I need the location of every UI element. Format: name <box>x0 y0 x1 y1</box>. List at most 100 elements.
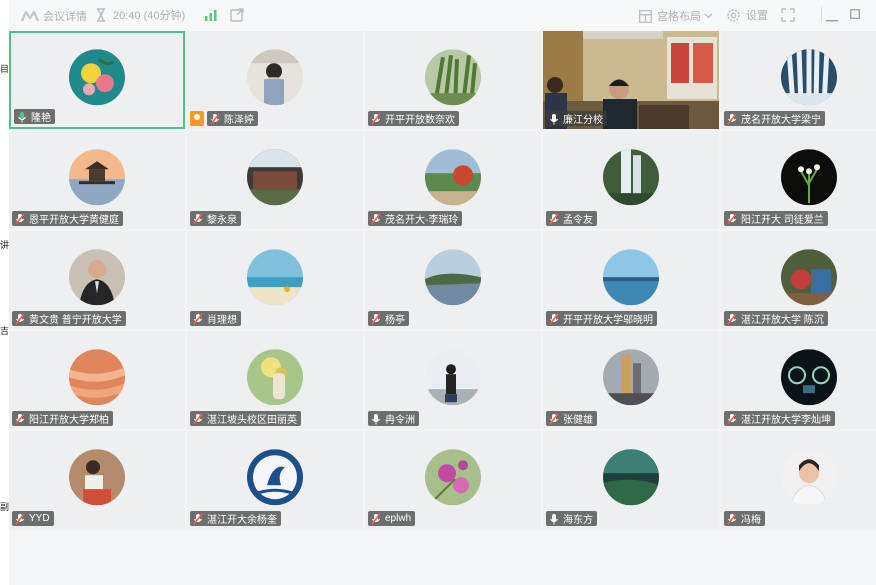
participant-tile[interactable]: 张健雄 <box>543 331 719 429</box>
participant-tile[interactable]: 廉江分校 <box>543 31 719 129</box>
participant-tile[interactable]: 陈泽婷 <box>187 31 363 129</box>
participant-tile[interactable]: YYD <box>9 431 185 529</box>
share-link-icon[interactable] <box>230 8 244 25</box>
participant-name-label: 陈泽婷 <box>207 111 258 126</box>
grid-layout-button[interactable]: 宫格布局 <box>639 8 713 24</box>
participant-grid: 隆艳 陈泽婷 开平开放数奈欢 廉江分校 茂名开放大学梁宁恩平开放大学黄健庭 黎永泉 茂名开大… <box>9 31 876 531</box>
participant-name: 湛江坡头校区田丽英 <box>207 415 297 426</box>
participant-tile[interactable]: 黄文贵 普宁开放大学 <box>9 231 185 329</box>
avatar <box>781 49 837 106</box>
participant-name-label: 湛江坡头校区田丽英 <box>190 411 301 426</box>
participant-name-label: 湛江开放大学 陈沉 <box>724 311 828 326</box>
participant-tile[interactable]: 海东方 <box>543 431 719 529</box>
participant-name: 海东方 <box>563 515 593 526</box>
mic-muted-icon <box>549 213 559 224</box>
participant-name: 茂名开放大学梁宁 <box>741 115 821 126</box>
participant-name: 湛江开放大学 陈沉 <box>741 315 824 326</box>
participant-tile[interactable]: 肖理想 <box>187 231 363 329</box>
participant-tile[interactable]: 开平开放大学邬晓明 <box>543 231 719 329</box>
gear-icon <box>727 8 740 22</box>
participant-name-label: 廉江分校 <box>546 111 607 126</box>
mic-muted-icon <box>15 513 25 524</box>
maximize-icon[interactable] <box>850 9 860 22</box>
meeting-info-label: 会议详情 <box>43 11 87 23</box>
avatar <box>603 249 659 306</box>
empty-bottom-area <box>9 531 876 585</box>
participant-name-label: 杨亭 <box>368 311 409 326</box>
participant-tile[interactable]: eplwh <box>365 431 541 529</box>
participant-name: 黎永泉 <box>207 215 237 226</box>
participant-name: 开平开放大学邬晓明 <box>563 315 653 326</box>
mic-muted-icon <box>15 213 25 224</box>
settings-button[interactable]: 设置 <box>726 7 768 23</box>
mic-muted-icon <box>193 213 203 224</box>
participant-tile[interactable]: 恩平开放大学黄健庭 <box>9 131 185 229</box>
participant-name-label: 孟令友 <box>546 211 597 226</box>
settings-label: 设置 <box>746 10 768 22</box>
participant-name: 陈泽婷 <box>224 115 254 126</box>
mic-muted-icon <box>371 113 381 124</box>
participant-name-label: 湛江开大余杨奎 <box>190 511 281 526</box>
participant-name: 肖理想 <box>207 315 237 326</box>
participant-name-label: YYD <box>12 511 54 526</box>
edge-text: 目 <box>0 64 10 74</box>
participant-name: 张健雄 <box>563 415 593 426</box>
fullscreen-icon[interactable] <box>781 8 795 25</box>
participant-name-label: 开平开放大学邬晓明 <box>546 311 657 326</box>
participant-name: 孟令友 <box>563 215 593 226</box>
participant-tile[interactable]: 冯梅 <box>721 431 876 529</box>
tencent-meeting-logo-icon <box>21 10 39 22</box>
participant-name-label: eplwh <box>368 511 416 526</box>
mic-muted-icon <box>727 513 737 524</box>
participant-name: 杨亭 <box>385 315 405 326</box>
participant-tile[interactable]: 冉令洲 <box>365 331 541 429</box>
participant-name: eplwh <box>385 513 412 524</box>
participant-tile[interactable]: 湛江开放大学 陈沉 <box>721 231 876 329</box>
participant-name-label: 湛江开放大学李灿坤 <box>724 411 835 426</box>
participant-tile[interactable]: 杨亭 <box>365 231 541 329</box>
minimize-icon[interactable] <box>826 13 838 25</box>
mic-muted-icon <box>371 213 381 224</box>
participant-name: 湛江开大余杨奎 <box>207 515 277 526</box>
participant-name-label: 海东方 <box>546 511 597 526</box>
avatar <box>781 349 837 406</box>
participant-name: 黄文贵 普宁开放大学 <box>29 315 122 326</box>
avatar <box>247 149 303 206</box>
participant-tile[interactable]: 茂名开大-李瑞玲 <box>365 131 541 229</box>
participant-name-label: 冯梅 <box>724 511 765 526</box>
signal-icon[interactable] <box>204 9 218 24</box>
edge-text: 讲 <box>0 240 10 250</box>
timer-text: 20:40 (40分钟) <box>113 10 186 22</box>
avatar <box>603 349 659 406</box>
avatar <box>247 249 303 306</box>
meeting-info-button[interactable]: 会议详情 <box>21 8 87 24</box>
participant-name-label: 阳江开大 司徒爱兰 <box>724 211 828 226</box>
meeting-timer: 20:40 (40分钟) <box>95 7 185 23</box>
participant-tile[interactable]: 湛江开大余杨奎 <box>187 431 363 529</box>
avatar <box>69 349 125 406</box>
host-badge-icon <box>190 111 204 126</box>
participant-name: 冉令洲 <box>385 415 415 426</box>
participant-tile[interactable]: 黎永泉 <box>187 131 363 229</box>
avatar <box>69 449 125 506</box>
participant-tile[interactable]: 隆艳 <box>9 31 185 129</box>
participant-name-label: 茂名开放大学梁宁 <box>724 111 825 126</box>
participant-tile[interactable]: 湛江开放大学李灿坤 <box>721 331 876 429</box>
mic-muted-icon <box>371 313 381 324</box>
participant-name: 恩平开放大学黄健庭 <box>29 215 119 226</box>
participant-tile[interactable]: 开平开放数奈欢 <box>365 31 541 129</box>
avatar <box>781 149 837 206</box>
participant-tile[interactable]: 湛江坡头校区田丽英 <box>187 331 363 429</box>
mic-muted-icon <box>727 113 737 124</box>
mic-muted-icon <box>727 313 737 324</box>
participant-tile[interactable]: 茂名开放大学梁宁 <box>721 31 876 129</box>
participant-name: 冯梅 <box>741 515 761 526</box>
mic-muted-icon <box>549 313 559 324</box>
participant-tile[interactable]: 阳江开放大学郑柏 <box>9 331 185 429</box>
avatar <box>247 49 303 106</box>
participant-tile[interactable]: 阳江开大 司徒爱兰 <box>721 131 876 229</box>
mic-icon <box>372 413 380 424</box>
mic-icon <box>550 513 558 524</box>
participant-tile[interactable]: 孟令友 <box>543 131 719 229</box>
avatar <box>425 349 481 406</box>
